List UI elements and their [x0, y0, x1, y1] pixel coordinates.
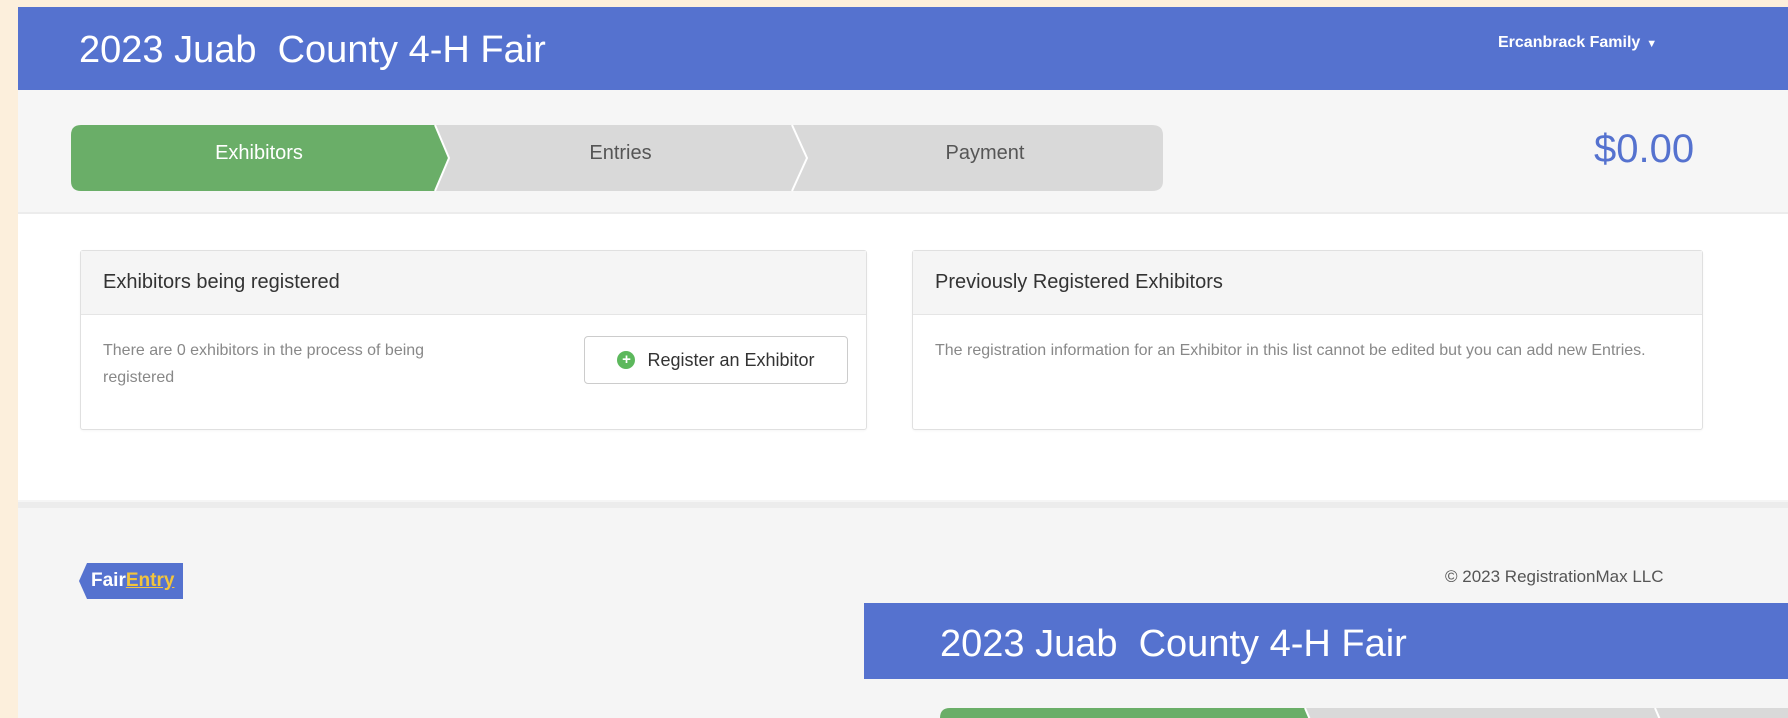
panel-heading: Exhibitors being registered: [81, 251, 866, 315]
fair-title[interactable]: 2023 Juab County 4-H Fair: [79, 29, 546, 72]
panel-heading: Previously Registered Exhibitors: [913, 251, 1702, 315]
panel-body-text: The registration information for an Exhi…: [935, 342, 1646, 359]
user-menu[interactable]: Ercanbrack Family ▼: [1498, 34, 1657, 52]
step-entries[interactable]: Entries: [448, 117, 793, 189]
copyright-text: © 2023 RegistrationMax LLC: [1445, 567, 1664, 586]
overlay-fair-title: 2023 Juab County 4-H Fair: [940, 623, 1407, 665]
logo-text-fair: Fair: [91, 570, 126, 591]
main-content: Exhibitors being registered There are 0 …: [18, 214, 1788, 500]
overlay-step: [1305, 708, 1661, 718]
caret-down-icon: ▼: [1646, 38, 1658, 50]
previous-exhibitors-panel: Previously Registered Exhibitors The reg…: [912, 250, 1703, 430]
overlay-step-active: [940, 708, 1320, 718]
user-menu-label: Ercanbrack Family: [1498, 34, 1641, 51]
register-exhibitor-button[interactable]: + Register an Exhibitor: [584, 336, 848, 384]
plus-circle-icon: +: [617, 351, 636, 369]
cart-total: $0.00: [1594, 127, 1695, 171]
progress-steps-bar: Exhibitors Entries Payment $0.00: [18, 90, 1788, 214]
panel-body-text: There are 0 exhibitors in the process of…: [103, 342, 425, 386]
overlay-step: [1655, 708, 1788, 718]
logo-tag-tip: [79, 563, 87, 599]
logo-text-entry: Entry: [125, 570, 175, 591]
register-exhibitor-label: Register an Exhibitor: [647, 349, 815, 370]
overlay-steps: [940, 707, 1788, 718]
step-exhibitors[interactable]: Exhibitors: [79, 117, 439, 189]
duplicate-screenshot-fragment: 2023 Juab County 4-H Fair: [864, 603, 1788, 718]
top-navbar: 2023 Juab County 4-H Fair Ercanbrack Fam…: [18, 7, 1788, 90]
overlay-navbar: 2023 Juab County 4-H Fair: [864, 603, 1788, 679]
logo-text: FairEntry: [87, 563, 184, 599]
step-payment[interactable]: Payment: [807, 117, 1163, 189]
exhibitors-registering-panel: Exhibitors being registered There are 0 …: [80, 250, 867, 430]
fairentry-logo[interactable]: FairEntry: [79, 563, 184, 599]
